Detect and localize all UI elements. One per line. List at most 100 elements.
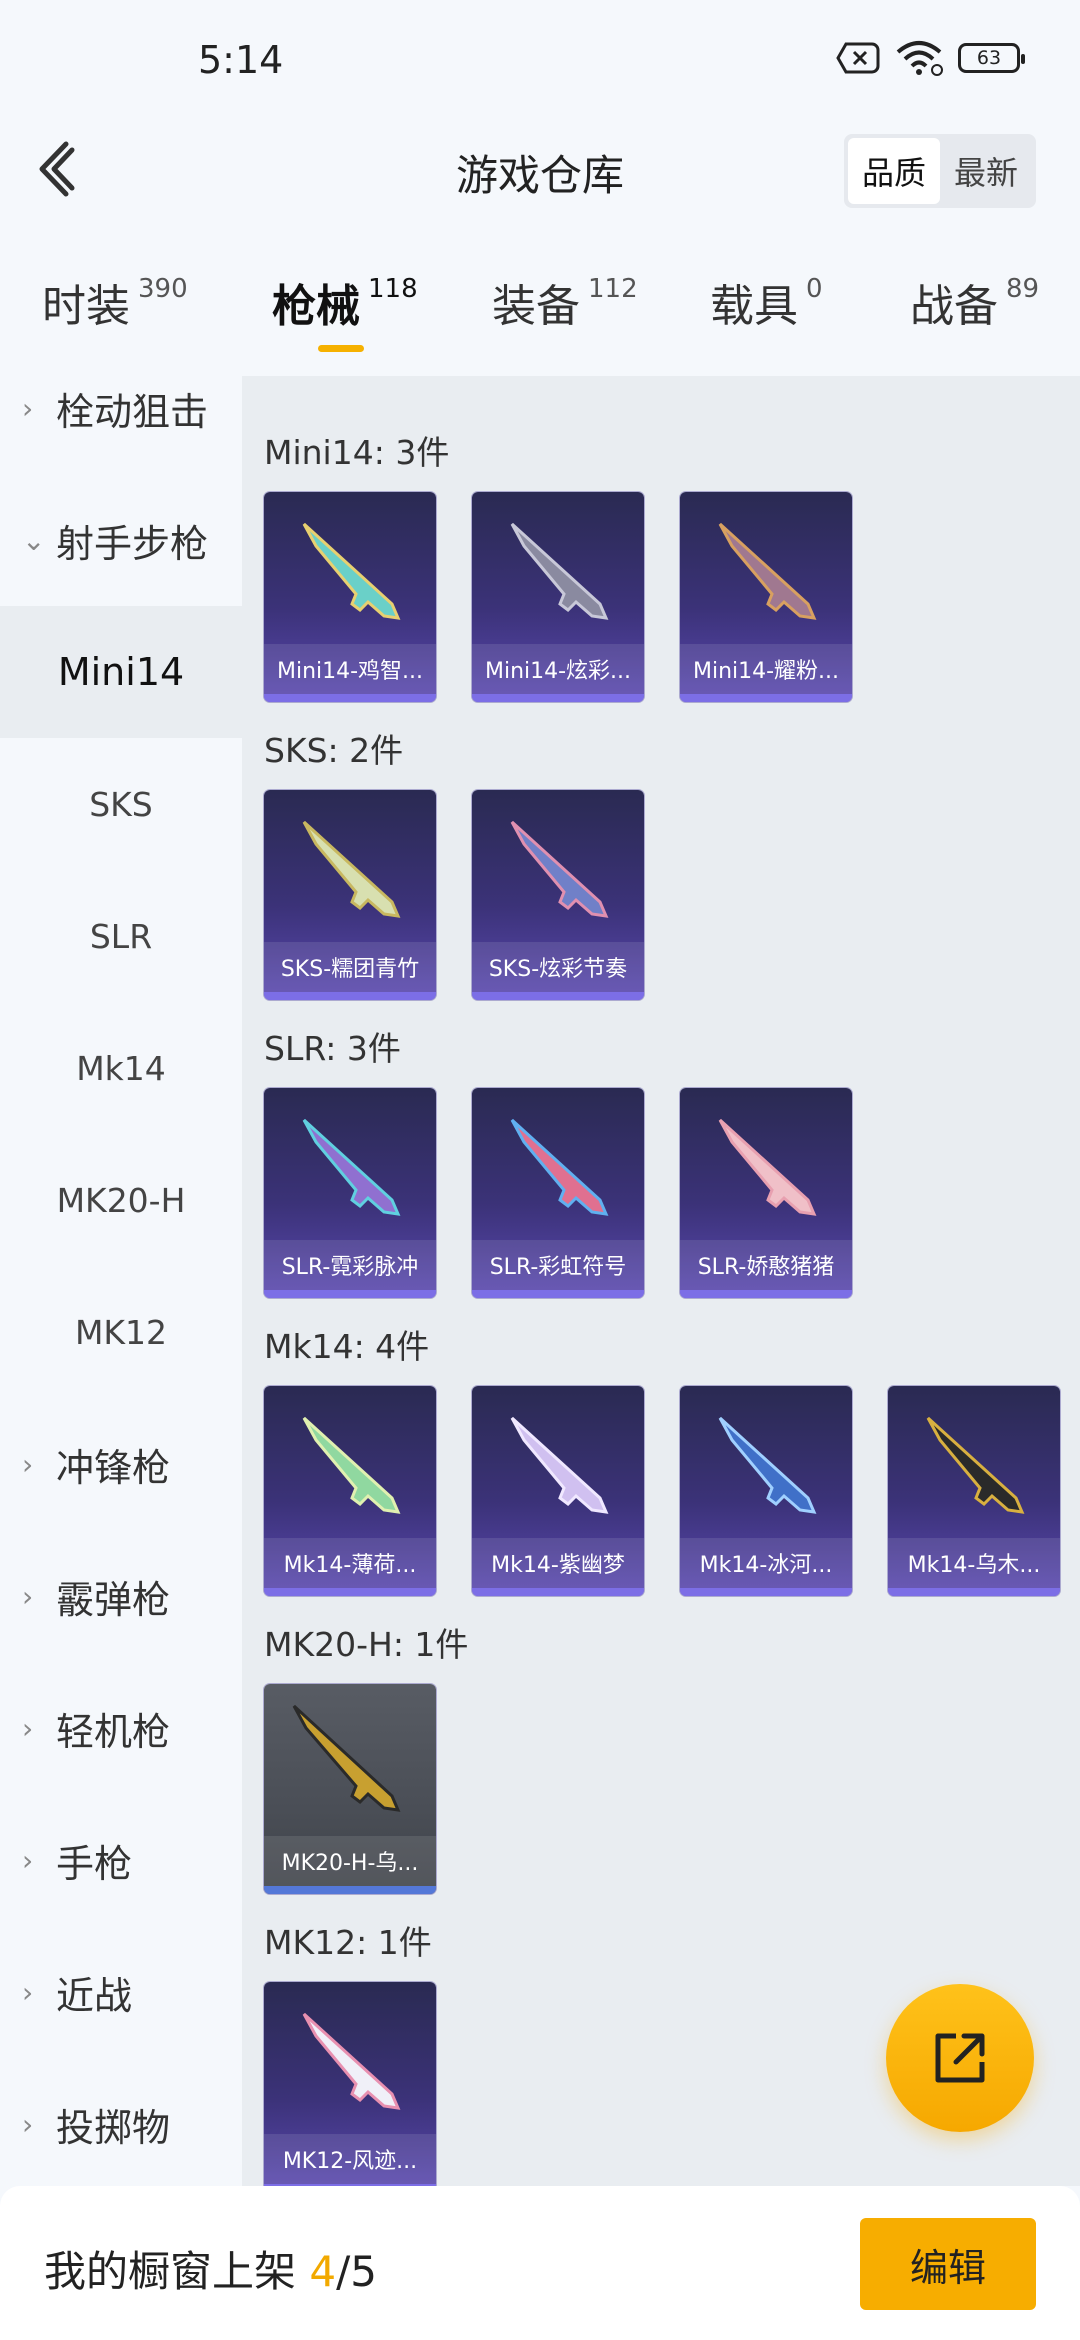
skin-card[interactable]: SLR-彩虹符号: [472, 1088, 644, 1298]
tab-label: 时装: [42, 281, 130, 332]
sidebar-item-smg[interactable]: › 冲锋枪: [0, 1398, 242, 1530]
chevron-down-icon: ⌄: [22, 523, 46, 557]
skin-card[interactable]: Mini14-耀粉...: [680, 492, 852, 702]
rarity-bar: [472, 1290, 644, 1298]
skin-name: MK20-H-乌...: [264, 1836, 436, 1886]
skin-name: Mk14-紫幽梦: [472, 1538, 644, 1588]
rarity-bar: [264, 1290, 436, 1298]
status-bar: 5:14 63: [0, 0, 1080, 120]
sidebar-item-slr[interactable]: SLR: [0, 870, 242, 1002]
bottom-bar: 我的橱窗上架 4/5 编辑: [0, 2186, 1080, 2340]
sidebar-item-label: 手枪: [56, 1841, 133, 1886]
tab-count: 89: [1006, 274, 1040, 304]
rarity-bar: [264, 992, 436, 1000]
tab-label: 战备: [910, 281, 998, 332]
skin-name: SLR-霓彩脉冲: [264, 1240, 436, 1290]
showcase-label: 我的橱窗上架: [44, 2247, 297, 2296]
status-time: 5:14: [198, 38, 284, 82]
sidebar-item-label: SKS: [89, 784, 153, 824]
rarity-bar: [888, 1588, 1060, 1596]
sidebar-item-lmg[interactable]: › 轻机枪: [0, 1662, 242, 1794]
sidebar-item-throwables[interactable]: › 投掷物: [0, 2058, 242, 2190]
sidebar-item-label: 霰弹枪: [56, 1577, 171, 1622]
share-button[interactable]: [886, 1984, 1034, 2132]
tab-supplies[interactable]: 战备 89: [910, 270, 1039, 334]
skin-card[interactable]: SKS-糯团青竹: [264, 790, 436, 1000]
sidebar-item-bolt-sniper[interactable]: › 栓动狙击: [0, 342, 242, 474]
skin-card[interactable]: MK12-风迹...: [264, 1982, 436, 2186]
chevron-right-icon: ›: [22, 1579, 34, 1613]
sidebar-item-mini14[interactable]: Mini14: [0, 606, 242, 738]
sort-quality-button[interactable]: 品质: [847, 138, 940, 204]
rifle-icon: [510, 820, 609, 918]
skin-card[interactable]: Mk14-乌木...: [888, 1386, 1060, 1596]
tab-equipment[interactable]: 装备 112: [492, 270, 638, 334]
tab-fashion[interactable]: 时装 390: [42, 270, 188, 334]
sidebar-item-label: MK20-H: [56, 1180, 186, 1220]
showcase-total: /5: [336, 2247, 377, 2296]
skin-card[interactable]: SKS-炫彩节奏: [472, 790, 644, 1000]
skin-name: Mk14-薄荷...: [264, 1538, 436, 1588]
sidebar-item-mk20h[interactable]: MK20-H: [0, 1134, 242, 1266]
sidebar-item-label: SLR: [89, 916, 153, 956]
rifle-icon: [510, 522, 609, 620]
rifle-icon: [302, 2012, 401, 2110]
chevron-right-icon: ›: [22, 2107, 34, 2141]
tab-firearms[interactable]: 枪械 118: [272, 270, 418, 334]
skin-card[interactable]: Mk14-薄荷...: [264, 1386, 436, 1596]
tab-label: 载具: [710, 281, 798, 332]
skin-card[interactable]: Mk14-紫幽梦: [472, 1386, 644, 1596]
showcase-status: 我的橱窗上架 4/5: [44, 2238, 377, 2299]
rarity-bar: [472, 992, 644, 1000]
skin-card[interactable]: MK20-H-乌...: [264, 1684, 436, 1894]
chevron-right-icon: ›: [22, 1711, 34, 1745]
skin-name: Mini14-耀粉...: [680, 644, 852, 694]
sidebar-item-label: 近战: [56, 1973, 133, 2018]
skin-card[interactable]: SLR-霓彩脉冲: [264, 1088, 436, 1298]
skin-card[interactable]: Mini14-鸡智...: [264, 492, 436, 702]
sidebar-item-sks[interactable]: SKS: [0, 738, 242, 870]
sidebar-item-label: Mini14: [57, 650, 185, 694]
tab-count: 112: [588, 274, 638, 304]
rarity-bar: [264, 1886, 436, 1894]
skin-name: Mini14-鸡智...: [264, 644, 436, 694]
tab-count: 118: [368, 274, 418, 304]
wifi-icon: [896, 41, 943, 76]
rifle-icon: [718, 1118, 817, 1216]
rarity-bar: [680, 694, 852, 702]
rifle-icon: [302, 1118, 401, 1216]
section-title: Mini14: 3件: [264, 433, 450, 472]
sort-latest-button[interactable]: 最新: [940, 138, 1032, 204]
sidebar-item-mk12[interactable]: MK12: [0, 1266, 242, 1398]
skin-card[interactable]: Mini14-炫彩...: [472, 492, 644, 702]
skin-name: SLR-娇憨猪猪: [680, 1240, 852, 1290]
tab-label: 装备: [492, 281, 580, 332]
rarity-bar: [472, 694, 644, 702]
tab-vehicles[interactable]: 载具 0: [710, 270, 823, 334]
chevron-right-icon: ›: [22, 1447, 34, 1481]
skin-name: Mk14-冰河...: [680, 1538, 852, 1588]
sidebar-item-pistol[interactable]: › 手枪: [0, 1794, 242, 1926]
sidebar-item-shotgun[interactable]: › 霰弹枪: [0, 1530, 242, 1662]
rifle-icon: [510, 1118, 609, 1216]
section-title: SKS: 2件: [264, 731, 404, 770]
weapon-category-sidebar: › 栓动狙击 ⌄ 射手步枪 Mini14 SKS SLR Mk14 MK20-H…: [0, 372, 242, 2187]
skin-card[interactable]: Mk14-冰河...: [680, 1386, 852, 1596]
sidebar-item-marksman-rifle[interactable]: ⌄ 射手步枪: [0, 474, 242, 606]
skin-name: SKS-糯团青竹: [264, 942, 436, 992]
share-external-icon: [935, 2033, 985, 2083]
header: 游戏仓库 品质 最新: [0, 120, 1080, 220]
rifle-icon: [926, 1416, 1025, 1514]
rarity-bar: [680, 1290, 852, 1298]
sort-toggle: 品质 最新: [843, 134, 1036, 208]
section-title: MK20-H: 1件: [264, 1625, 469, 1664]
skin-card[interactable]: SLR-娇憨猪猪: [680, 1088, 852, 1298]
sidebar-item-melee[interactable]: › 近战: [0, 1926, 242, 2058]
skin-name: Mini14-炫彩...: [472, 644, 644, 694]
rifle-icon: [302, 1416, 401, 1514]
rifle-icon: [718, 1416, 817, 1514]
sidebar-item-mk14[interactable]: Mk14: [0, 1002, 242, 1134]
edit-button[interactable]: 编辑: [860, 2218, 1036, 2310]
chevron-right-icon: ›: [22, 1975, 34, 2009]
rifle-icon: [302, 820, 401, 918]
